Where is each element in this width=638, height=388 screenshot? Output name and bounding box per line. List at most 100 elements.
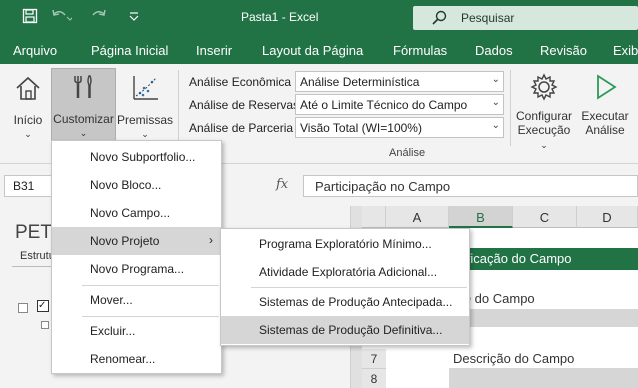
- analise-reservas-value: Até o Limite Técnico do Campo: [300, 98, 468, 112]
- tab-revisao[interactable]: Revisão: [540, 43, 587, 58]
- select-all-corner[interactable]: [362, 206, 386, 228]
- chevron-down-icon: ⌄: [540, 140, 548, 150]
- submenu-item-label: Sistemas de Produção Antecipada...: [259, 295, 453, 309]
- chevron-down-icon: ⌄: [491, 120, 500, 131]
- field-description-input[interactable]: [449, 368, 638, 388]
- menu-item-label: Novo Programa...: [90, 262, 185, 276]
- submenu-item-producao-antecipada[interactable]: Sistemas de Produção Antecipada...: [221, 288, 469, 316]
- formula-input[interactable]: Participação no Campo: [303, 175, 638, 197]
- column-header-d[interactable]: D: [577, 206, 638, 228]
- tools-icon: [70, 73, 98, 104]
- tab-formulas[interactable]: Fórmulas: [393, 43, 447, 58]
- analise-economica-value: Análise Determinística: [300, 75, 420, 89]
- checkbox-icon[interactable]: ✓: [37, 300, 49, 312]
- menu-item-label: Novo Campo...: [90, 206, 171, 220]
- menu-item-novo-bloco[interactable]: Novo Bloco...: [52, 171, 221, 199]
- analise-parceria-dropdown[interactable]: Visão Total (WI=100%) ⌄: [295, 117, 504, 138]
- submenu-item-programa-exploratorio[interactable]: Programa Exploratório Mínimo...: [221, 230, 469, 258]
- menu-item-novo-subportfolio[interactable]: Novo Subportfolio...: [52, 143, 221, 171]
- title-bar: Pasta1 - Excel Pesquisar: [0, 0, 638, 36]
- row-header-7[interactable]: 7: [362, 349, 386, 369]
- column-header-b[interactable]: B: [449, 206, 513, 228]
- executar-label-1: Executar: [581, 109, 629, 123]
- chevron-right-icon: ›: [209, 233, 213, 247]
- menu-item-label: Novo Subportfolio...: [90, 150, 196, 164]
- tab-pagina-inicial[interactable]: Página Inicial: [91, 43, 168, 58]
- menu-item-label: Mover...: [90, 293, 133, 307]
- chevron-down-icon: ⌄: [491, 74, 500, 85]
- save-icon[interactable]: [22, 8, 38, 27]
- menu-item-novo-projeto[interactable]: Novo Projeto ›: [52, 227, 221, 255]
- menu-item-novo-programa[interactable]: Novo Programa...: [52, 255, 221, 283]
- pane-title: PET: [15, 222, 52, 243]
- menu-item-mover[interactable]: Mover...: [52, 286, 221, 314]
- analise-economica-dropdown[interactable]: Análise Determinística ⌄: [295, 71, 504, 92]
- submenu-item-label: Programa Exploratório Mínimo...: [259, 237, 432, 251]
- tab-dados[interactable]: Dados: [475, 43, 513, 58]
- tab-exibir[interactable]: Exib: [613, 43, 638, 58]
- chevron-down-icon: ⌄: [79, 128, 88, 138]
- pane-subtitle: Estrutu: [20, 250, 55, 262]
- analise-reservas-label: Análise de Reservas: [189, 98, 300, 112]
- row-header-8[interactable]: 8: [362, 369, 386, 388]
- undo-icon[interactable]: [50, 8, 74, 27]
- menu-item-excluir[interactable]: Excluir...: [52, 317, 221, 345]
- configurar-label-2-text: Execução: [517, 123, 571, 137]
- executar-analise-button[interactable]: Executar Análise: [579, 70, 631, 142]
- analise-group-label: Análise: [389, 147, 426, 159]
- menu-item-novo-campo[interactable]: Novo Campo...: [52, 199, 221, 227]
- chevron-down-icon: ⌄: [491, 97, 500, 108]
- section-header-band: ntificação do Campo: [449, 248, 638, 270]
- tab-layout[interactable]: Layout da Página: [262, 43, 363, 58]
- menu-item-label: Novo Projeto: [90, 234, 160, 248]
- tree-toggle-icon[interactable]: [18, 303, 28, 313]
- field-name-input[interactable]: [449, 309, 638, 327]
- configurar-label-2: Execução ⌄: [513, 123, 575, 152]
- submenu-item-label: Atividade Exploratória Adicional...: [259, 265, 438, 279]
- chevron-down-icon: ⌄: [24, 129, 32, 139]
- redo-icon[interactable]: [89, 8, 111, 27]
- tab-inserir[interactable]: Inserir: [196, 43, 232, 58]
- premissas-button[interactable]: Premissas ⌄: [117, 70, 173, 142]
- configurar-label-1: Configurar: [515, 109, 573, 123]
- quick-access-customize-icon[interactable]: [128, 8, 140, 27]
- submenu-item-atividade-exploratoria[interactable]: Atividade Exploratória Adicional...: [221, 258, 469, 286]
- menu-item-label: Excluir...: [90, 324, 136, 338]
- home-icon: [14, 74, 42, 105]
- configurar-execucao-button[interactable]: Configurar Execução ⌄: [513, 70, 575, 150]
- analise-economica-label: Análise Econômica: [189, 75, 292, 89]
- field-description-label: Descrição do Campo: [453, 351, 575, 366]
- customizar-label: Customizar: [53, 112, 114, 126]
- analise-reservas-dropdown[interactable]: Até o Limite Técnico do Campo ⌄: [295, 94, 504, 115]
- search-box[interactable]: Pesquisar: [413, 6, 638, 30]
- submenu-item-label: Sistemas de Produção Definitiva...: [259, 323, 443, 337]
- window-title: Pasta1 - Excel: [241, 10, 319, 24]
- executar-label-2: Análise: [585, 123, 625, 137]
- gear-icon: [529, 72, 559, 105]
- inicio-button[interactable]: Início ⌄: [6, 70, 50, 142]
- tab-arquivo[interactable]: Arquivo: [13, 43, 57, 58]
- novo-projeto-submenu: Programa Exploratório Mínimo... Atividad…: [220, 228, 470, 346]
- inicio-label: Início: [13, 113, 43, 127]
- search-placeholder: Pesquisar: [461, 11, 515, 25]
- premissas-label: Premissas: [117, 113, 174, 127]
- search-icon: [431, 10, 447, 29]
- submenu-item-producao-definitiva[interactable]: Sistemas de Produção Definitiva...: [221, 316, 469, 344]
- name-box[interactable]: B31: [4, 175, 54, 197]
- column-header-a[interactable]: A: [386, 206, 449, 228]
- customizar-button[interactable]: Customizar ⌄: [51, 68, 116, 144]
- column-header-c[interactable]: C: [513, 206, 577, 228]
- pane-divider: [12, 266, 52, 267]
- play-icon: [590, 72, 620, 105]
- tree-toggle-icon[interactable]: [41, 321, 49, 329]
- customizar-menu: Novo Subportfolio... Novo Bloco... Novo …: [51, 140, 222, 374]
- menu-item-label: Renomear...: [90, 352, 156, 366]
- menu-item-renomear[interactable]: Renomear...: [52, 345, 221, 373]
- chart-icon: [131, 74, 159, 105]
- analise-parceria-label: Análise de Parceria: [189, 121, 294, 135]
- chevron-down-icon: ⌄: [141, 129, 149, 139]
- function-icon[interactable]: fx: [276, 177, 288, 192]
- analise-parceria-value: Visão Total (WI=100%): [300, 121, 422, 135]
- menu-item-label: Novo Bloco...: [90, 178, 162, 192]
- ribbon-tabs: Arquivo Página Inicial Inserir Layout da…: [0, 36, 638, 64]
